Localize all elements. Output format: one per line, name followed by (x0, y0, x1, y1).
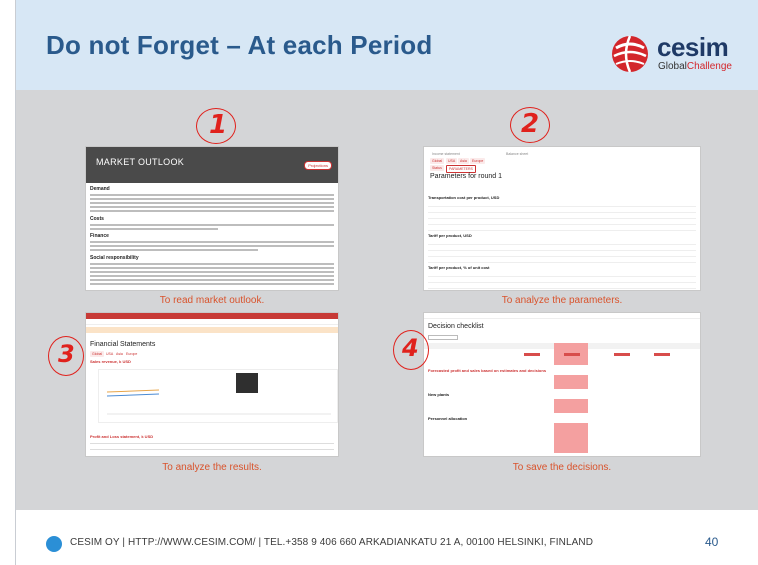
team-action-button[interactable] (654, 353, 670, 356)
financial-statements-title: Financial Statements (90, 341, 156, 348)
section-demand: Demand (90, 186, 110, 192)
section-profit-loss: Profit and Loss statement, k USD (90, 434, 154, 439)
save-decisions-button[interactable] (524, 353, 540, 356)
step-number-2: 2 (521, 109, 540, 139)
logo-subtitle: GlobalChallenge (658, 61, 732, 73)
chart-tooltip (236, 373, 258, 393)
cesim-logo: cesim GlobalChallenge (610, 34, 740, 78)
cesim-footer-icon (46, 536, 62, 552)
step-number-1: 1 (209, 110, 228, 140)
section-sales-revenue: Sales revenue, k USD (90, 359, 131, 364)
step-number-3: 3 (58, 340, 75, 368)
tab-global[interactable]: Global (430, 158, 445, 164)
section-finance: Finance (90, 233, 109, 239)
section-new-plants: New plants (428, 392, 450, 397)
section-social-responsibility: Social responsibility (90, 255, 139, 261)
sales-revenue-chart (98, 369, 338, 423)
tab-parameters[interactable]: PARAMETERS (446, 165, 476, 173)
section-transportation-cost: Transportation cost per product, USD (428, 195, 500, 200)
tab-usa[interactable]: USA (446, 158, 458, 164)
team-action-button[interactable] (614, 353, 630, 356)
logo-sub-accent: Challenge (686, 61, 732, 72)
step-number-4: 4 (402, 334, 419, 362)
logo-wordmark: cesim (657, 32, 729, 62)
decision-checklist-title: Decision checklist (428, 323, 484, 330)
parameters-title: Parameters for round 1 (430, 173, 502, 180)
market-outlook-screen-title: MARKET OUTLOOK (96, 157, 185, 167)
section-tariff-usd: Tariff per product, USD (428, 233, 472, 238)
tab-europe[interactable]: Europe (470, 158, 486, 164)
section-tariff-percent: Tariff per product, % of unit cost (428, 265, 490, 270)
logo-sub-plain: Global (658, 61, 687, 72)
tab-global[interactable]: Global (90, 351, 105, 357)
parameters-screenshot: Income statement Balance sheet Global US… (424, 147, 700, 290)
caption-market-outlook: To read market outlook. (159, 295, 265, 306)
projections-button[interactable]: Projections (304, 161, 332, 170)
caption-decision-checklist: To save the decisions. (512, 462, 612, 473)
section-costs: Costs (90, 216, 104, 222)
caption-parameters: To analyze the parameters. (501, 295, 623, 306)
tab-asia[interactable]: Asia (458, 158, 469, 164)
page-number: 40 (705, 535, 719, 549)
slide-title: Do not Forget – At each Period (46, 30, 433, 60)
footer-contact-text: CESIM OY | HTTP://WWW.CESIM.COM/ | TEL.+… (70, 537, 594, 548)
caption-financial-statements: To analyze the results. (162, 462, 262, 473)
financial-statements-screenshot: Financial Statements Global USA Asia Eur… (86, 313, 338, 456)
market-outlook-screenshot: MARKET OUTLOOK Projections Demand Costs … (86, 147, 338, 290)
section-personnel-allocation: Personnel allocation (428, 416, 468, 421)
tab-europe[interactable]: Europe (124, 351, 139, 357)
sales-line-graphic (106, 389, 331, 415)
decision-checklist-screenshot: Decision checklist Forecasted profit and… (424, 313, 700, 456)
globe-icon (612, 35, 648, 73)
tab-status[interactable]: Status (430, 165, 444, 171)
section-forecasted-profit: Forecasted profit and sales based on est… (428, 368, 547, 373)
market-outlook-hero: MARKET OUTLOOK Projections (86, 147, 338, 183)
team-action-button[interactable] (564, 353, 580, 356)
round-select[interactable] (428, 335, 458, 340)
